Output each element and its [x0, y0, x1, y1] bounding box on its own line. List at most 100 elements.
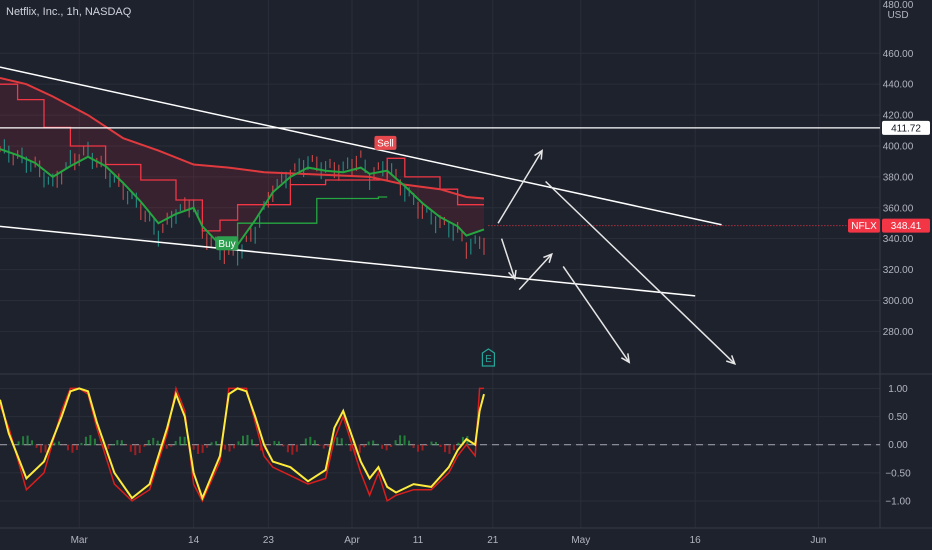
osc-histogram-bar [385, 444, 388, 451]
sell-signal-text: Sell [377, 138, 394, 149]
osc-histogram-bar [309, 436, 312, 446]
osc-histogram-bar [93, 438, 96, 446]
arrow-shaft [497, 150, 543, 224]
osc-histogram-bar [22, 436, 25, 446]
osc-histogram-bar [448, 444, 451, 454]
osc-histogram-bar [201, 444, 204, 453]
osc-histogram-bar [152, 437, 155, 446]
trendline-1[interactable] [0, 225, 696, 297]
osc-histogram-bar [313, 440, 316, 446]
osc-y-tick-label-2: 0.00 [888, 440, 908, 451]
osc-histogram-bar [304, 438, 307, 446]
osc-histogram-bar [224, 444, 227, 450]
y-tick-label-4: 380.00 [883, 172, 914, 183]
osc-histogram-bar [147, 440, 150, 446]
osc-histogram-bar [403, 435, 406, 446]
osc-histogram-bar [215, 441, 218, 446]
y-tick-label-3: 400.00 [883, 141, 914, 152]
osc-histogram-bar [98, 444, 101, 446]
projection-arrow-1[interactable] [500, 238, 517, 281]
x-tick-label-4: 11 [413, 535, 424, 546]
osc-histogram-bar [192, 444, 195, 450]
projection-arrow-2[interactable] [518, 252, 553, 291]
osc-histogram-bar [62, 444, 65, 446]
time-axis[interactable]: Mar 14 23 Apr 11 21 May 16 Jun [71, 535, 827, 546]
osc-histogram-bar [17, 441, 20, 446]
osc-histogram-bar [255, 444, 258, 447]
y-tick-label-2: 420.00 [883, 111, 914, 122]
osc-histogram-bar [40, 444, 43, 453]
price-pane: NFLX Sell Buy [0, 66, 880, 366]
osc-histogram-bar [277, 441, 280, 446]
osc-histogram-bar [417, 444, 420, 452]
x-tick-label-0: Mar [71, 535, 89, 546]
buy-signal-label: Buy [216, 236, 239, 251]
symbol-tag-text: NFLX [851, 221, 877, 232]
buy-signal-text: Buy [218, 239, 235, 250]
osc-histogram-bar [120, 440, 123, 446]
osc-histogram-bar [53, 442, 56, 446]
osc-histogram-bar [394, 440, 397, 446]
osc-histogram-bar [452, 444, 455, 451]
last-price-tag: 348.41 [882, 218, 930, 233]
osc-histogram-bar [26, 435, 29, 446]
arrow-shaft [545, 180, 736, 365]
osc-histogram-bar [107, 444, 110, 449]
arrow-shaft [518, 253, 553, 291]
osc-histogram-bar [228, 444, 231, 452]
osc-histogram-bar [399, 435, 402, 446]
chart-canvas[interactable]: NFLX Sell Buy E USD 480.00 460.00 440.00 420.… [0, 0, 932, 550]
price-axis[interactable]: USD 480.00 460.00 440.00 420.00 400.00 380.00… [882, 0, 930, 507]
osc-histogram-bar [426, 444, 429, 446]
projection-arrow-4[interactable] [562, 266, 631, 364]
osc-histogram-bar [174, 440, 177, 446]
osc-histogram-bar [75, 444, 78, 451]
osc-histogram-bar [111, 444, 114, 446]
osc-histogram-bar [80, 442, 83, 446]
osc-histogram-bar [233, 444, 236, 449]
osc-histogram-bar [66, 444, 69, 451]
y-tick-label-5: 360.00 [883, 203, 914, 214]
osc-histogram-bar [291, 444, 294, 455]
osc-y-tick-label-0: 1.00 [888, 384, 908, 395]
arrow-shaft [562, 266, 630, 363]
osc-histogram-bar [381, 444, 384, 449]
osc-histogram-bar [421, 444, 424, 451]
osc-histogram-bar [206, 444, 209, 448]
y-tick-label-7: 320.00 [883, 265, 914, 276]
projection-arrow-3[interactable] [545, 180, 737, 366]
earnings-event-marker[interactable]: E [481, 348, 495, 367]
projection-arrow-0[interactable] [497, 149, 543, 224]
osc-histogram-bar [57, 441, 60, 446]
osc-histogram-bar [430, 441, 433, 446]
osc-histogram-bar [408, 440, 411, 446]
osc-histogram-bar [358, 444, 361, 453]
osc-histogram-bar [282, 444, 285, 447]
sell-signal-label: Sell [374, 135, 397, 150]
x-tick-label-8: Jun [810, 535, 826, 546]
y-tick-label-1: 440.00 [883, 80, 914, 91]
ma-cloud-fill [0, 78, 484, 245]
osc-histogram-bar [165, 444, 168, 449]
osc-histogram-bar [138, 444, 141, 454]
osc-histogram-bar [35, 444, 38, 448]
osc-histogram-bar [457, 442, 460, 446]
osc-histogram-bar [349, 444, 352, 452]
oscillator-pane: E [0, 348, 880, 503]
resistance-level-tag: 411.72 [882, 120, 930, 135]
osc-histogram [17, 434, 469, 456]
osc-histogram-bar [322, 444, 325, 449]
osc-histogram-bar [183, 436, 186, 446]
osc-histogram-bar [143, 444, 146, 447]
osc-histogram-bar [129, 444, 132, 452]
osc-histogram-bar [295, 444, 298, 452]
osc-histogram-bar [439, 444, 442, 447]
symbol-tag: NFLX [848, 218, 880, 233]
osc-y-tick-label-3: −0.50 [885, 468, 911, 479]
osc-histogram-bar [134, 444, 137, 456]
osc-histogram-bar [327, 444, 330, 447]
x-tick-label-2: 23 [263, 535, 275, 546]
x-tick-label-6: May [571, 535, 590, 546]
osc-histogram-bar [250, 439, 253, 446]
osc-histogram-bar [170, 444, 173, 447]
